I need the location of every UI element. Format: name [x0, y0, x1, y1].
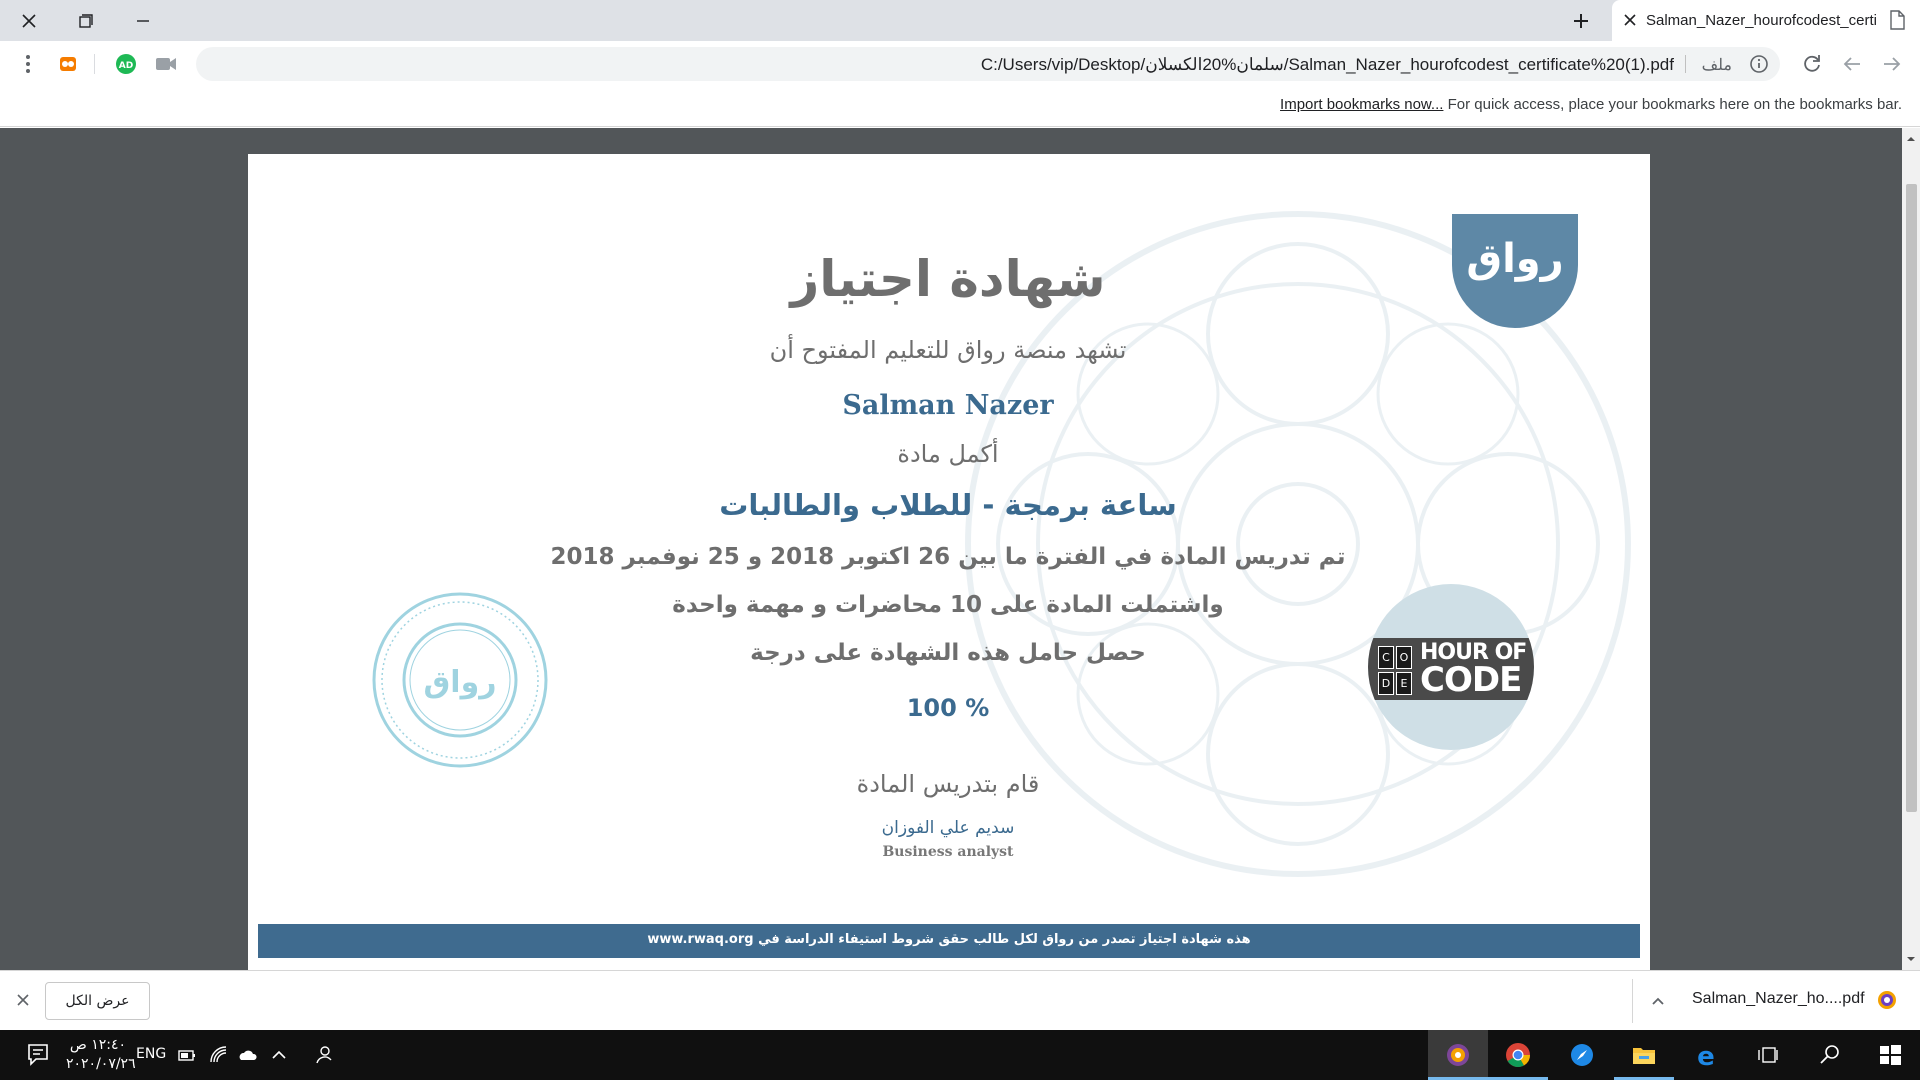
site-info-icon[interactable]	[1748, 53, 1770, 75]
scroll-down-arrow-icon[interactable]	[1906, 954, 1916, 964]
shelf-close-icon[interactable]	[14, 991, 32, 1009]
shelf-divider	[1632, 979, 1633, 1023]
hoc-cell: C	[1378, 646, 1394, 669]
viewer-scrollbar[interactable]	[1902, 128, 1920, 970]
taskbar-safari[interactable]	[1552, 1030, 1612, 1080]
bookmarks-hint-text: Import bookmarks now... For quick access…	[1280, 96, 1902, 113]
toolbar-divider	[94, 54, 95, 74]
svg-text:AD: AD	[119, 61, 133, 71]
tab-close-icon[interactable]	[1620, 10, 1640, 30]
tray-date: ٢٠٢٠/٠٧/٢٦	[66, 1056, 136, 1072]
browser-toolbar: AD C:/Users/vip/Desktop/سلمان%20الكسلان/…	[0, 41, 1920, 87]
taskbar-file-explorer[interactable]	[1614, 1030, 1674, 1080]
grade-value: % 100	[906, 694, 990, 722]
omnibox-separator	[1685, 55, 1686, 73]
taskbar-task-view[interactable]	[1738, 1030, 1798, 1080]
download-shelf: عرض الكل Salman_Nazer_ho....pdf	[0, 970, 1920, 1030]
show-all-button[interactable]: عرض الكل	[45, 982, 150, 1020]
window-restore-icon[interactable]	[72, 8, 98, 34]
instructor-name: سديم علي الفوزان	[881, 818, 1015, 838]
pdf-reader-icon	[1878, 991, 1896, 1009]
course-name: ساعة برمجة - للطلاب والطالبات	[719, 488, 1177, 522]
tab-active-pdf[interactable]: Salman_Nazer_hourofcodest_certi	[1612, 0, 1920, 41]
seal-text: رواق	[423, 665, 496, 700]
window-minimize-icon[interactable]	[130, 8, 156, 34]
import-bookmarks-link[interactable]: Import bookmarks now...	[1280, 96, 1443, 113]
back-arrow-icon[interactable]	[1838, 50, 1866, 78]
hour-of-code-logo: C O D E HOUR OF CODE	[1368, 584, 1534, 750]
taught-by-label: قام بتدريس المادة	[856, 770, 1040, 798]
certificate-page: رواق شهادة اجتياز تشهد منصة رواق للتعليم…	[248, 154, 1650, 972]
course-contents: واشتملت المادة على 10 محاضرات و مهمة واح…	[672, 592, 1224, 618]
windows-taskbar: ١٢:٤٠ ص ٢٠٢٠/٠٧/٢٦ ENG e	[0, 1030, 1920, 1080]
tab-strip: Salman_Nazer_hourofcodest_certi	[0, 0, 1920, 41]
completed-label: أكمل مادة	[897, 440, 999, 468]
address-bar[interactable]: C:/Users/vip/Desktop/سلمان%20الكسلان/Sal…	[196, 47, 1780, 81]
bookmarks-hint: For quick access, place your bookmarks h…	[1447, 96, 1902, 113]
windows-start-icon	[1880, 1045, 1901, 1065]
adblock-extension-icon[interactable]: AD	[112, 50, 140, 78]
compass-browser-icon	[1571, 1044, 1593, 1066]
tab-title: Salman_Nazer_hourofcodest_certi	[1646, 12, 1877, 29]
taskbar-start[interactable]	[1860, 1030, 1920, 1080]
rwaq-logo-text: رواق	[1466, 236, 1564, 282]
course-period: تم تدريس المادة في الفترة ما بين 26 اكتو…	[550, 544, 1346, 570]
menu-kebab-icon[interactable]	[14, 50, 42, 78]
hoc-line2: CODE	[1420, 660, 1522, 700]
taskbar-tor-browser[interactable]	[1428, 1030, 1488, 1080]
chevron-up-tray-icon[interactable]	[268, 1044, 290, 1066]
address-url[interactable]: C:/Users/vip/Desktop/سلمان%20الكسلان/Sal…	[981, 55, 1674, 75]
student-name: Salman Nazer	[842, 390, 1054, 421]
onedrive-cloud-icon[interactable]	[236, 1044, 258, 1066]
video-camera-icon[interactable]	[152, 50, 180, 78]
edge-browser-icon: e	[1697, 1042, 1715, 1068]
scroll-up-arrow-icon[interactable]	[1906, 134, 1916, 144]
pdf-viewer[interactable]: رواق شهادة اجتياز تشهد منصة رواق للتعليم…	[0, 128, 1920, 972]
download-file-name[interactable]: Salman_Nazer_ho....pdf	[1692, 990, 1865, 1008]
reload-icon[interactable]	[1798, 50, 1826, 78]
instructor-role: Business analyst	[882, 844, 1014, 860]
forward-arrow-icon[interactable]	[1878, 50, 1906, 78]
rwaq-seal-stamp: رواق	[372, 592, 548, 768]
certificate-subtitle: تشهد منصة رواق للتعليم المفتوح أن	[769, 336, 1127, 364]
taskbar-search[interactable]	[1800, 1030, 1860, 1080]
certificate-footer: هذه شهادة اجتياز تصدر من رواق لكل طالب ح…	[258, 924, 1640, 958]
file-explorer-folder-icon	[1633, 1048, 1655, 1064]
download-item[interactable]: Salman_Nazer_ho....pdf	[1640, 971, 1920, 1031]
battery-icon[interactable]	[176, 1044, 198, 1066]
chrome-icon	[1506, 1043, 1530, 1068]
extension-puzzle-icon[interactable]	[54, 50, 82, 78]
hoc-cell: E	[1396, 672, 1412, 695]
tray-time: ١٢:٤٠ ص	[69, 1037, 126, 1053]
svg-text:e: e	[1697, 1042, 1715, 1068]
hoc-cell: O	[1396, 646, 1412, 669]
task-view-icon	[1758, 1047, 1778, 1063]
search-icon	[1820, 1045, 1839, 1064]
hoc-cell: D	[1378, 672, 1394, 695]
wifi-icon[interactable]	[208, 1044, 230, 1066]
people-icon[interactable]	[312, 1044, 334, 1066]
tray-clock[interactable]: ١٢:٤٠ ص ٢٠٢٠/٠٧/٢٦	[66, 1036, 136, 1074]
certificate-title: شهادة اجتياز	[790, 250, 1106, 308]
scroll-thumb[interactable]	[1906, 184, 1917, 812]
new-tab-icon[interactable]	[1568, 8, 1594, 34]
taskbar-chrome[interactable]	[1488, 1030, 1548, 1080]
file-scheme-label: ملف	[1701, 57, 1732, 74]
file-icon	[1890, 10, 1905, 30]
taskbar-edge[interactable]: e	[1676, 1030, 1736, 1080]
window-close-icon[interactable]	[16, 8, 42, 34]
grade-label: حصل حامل هذه الشهادة على درجة	[750, 640, 1146, 666]
tor-browser-icon	[1447, 1044, 1469, 1066]
chevron-up-icon[interactable]	[1648, 991, 1668, 1011]
language-indicator[interactable]: ENG	[136, 1046, 166, 1062]
action-center-icon[interactable]	[26, 1042, 50, 1068]
footer-text: هذه شهادة اجتياز تصدر من رواق لكل طالب ح…	[647, 932, 1251, 947]
bookmarks-bar: Import bookmarks now... For quick access…	[0, 87, 1920, 127]
